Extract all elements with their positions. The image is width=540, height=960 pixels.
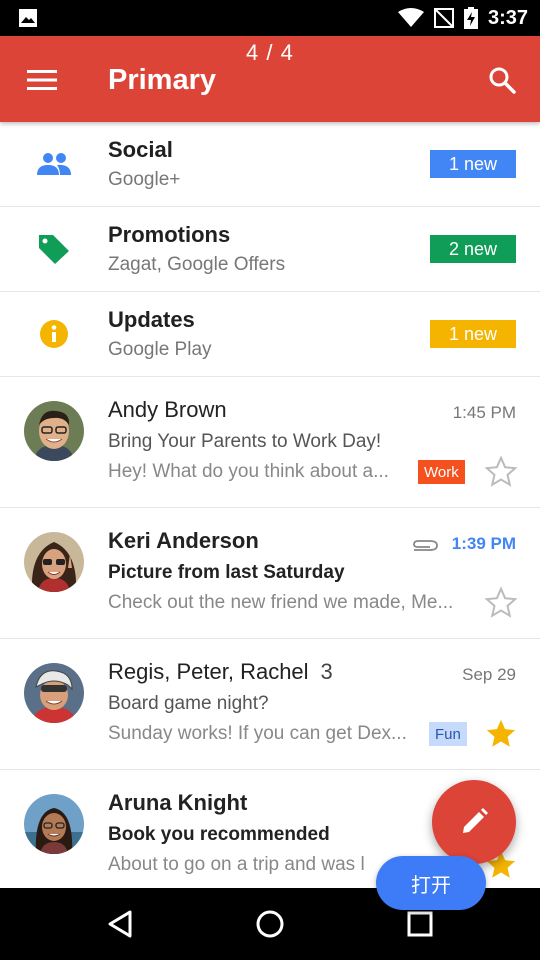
email-sender: Andy Brown <box>108 397 227 422</box>
pencil-icon <box>463 808 488 833</box>
avatar[interactable] <box>24 532 84 592</box>
avatar[interactable] <box>24 794 84 854</box>
info-icon <box>40 320 68 348</box>
page-title: Primary <box>108 64 217 96</box>
star-outline-icon[interactable] <box>484 586 518 620</box>
new-count-badge: 1 new <box>430 150 516 178</box>
email-subject: Board game night? <box>108 693 269 714</box>
new-count-badge: 2 new <box>430 235 516 263</box>
email-row[interactable]: Regis, Peter, Rachel 3 Sep 29 Board game … <box>0 639 540 770</box>
avatar[interactable] <box>24 401 84 461</box>
email-snippet: Hey! What do you think about a... <box>108 461 389 482</box>
image-notification-icon <box>19 9 37 27</box>
recents-square-icon <box>407 911 433 937</box>
wifi-icon <box>397 8 424 27</box>
star-outline-icon[interactable] <box>484 455 518 489</box>
email-subject: Picture from last Saturday <box>108 562 345 583</box>
app-bar: 4 / 4 Primary <box>0 36 540 122</box>
home-circle-icon <box>256 910 284 938</box>
category-updates[interactable]: Updates Google Play 1 new <box>0 292 540 377</box>
battery-charging-icon <box>463 7 478 29</box>
category-title: Promotions <box>108 222 231 247</box>
avatar-photo <box>24 401 84 461</box>
category-social[interactable]: Social Google+ 1 new <box>0 122 540 207</box>
email-time: 1:39 PM <box>451 534 516 553</box>
open-button[interactable]: 打开 <box>376 856 486 910</box>
email-sender: Aruna Knight <box>108 790 248 815</box>
email-subject: Bring Your Parents to Work Day! <box>108 431 382 452</box>
avatar-photo <box>24 794 84 854</box>
inbox-list: Social Google+ 1 new Promotions Zagat, G… <box>0 122 540 888</box>
new-count-badge: 1 new <box>430 320 516 348</box>
menu-button[interactable] <box>22 60 62 100</box>
avatar-photo <box>24 532 84 592</box>
avatar[interactable] <box>24 663 84 723</box>
star-filled-icon[interactable] <box>484 717 518 751</box>
email-row[interactable]: Andy Brown 1:45 PM Bring Your Parents to… <box>0 377 540 508</box>
page-counter: 4 / 4 <box>246 40 294 65</box>
home-button[interactable] <box>250 904 290 944</box>
thread-count: 3 <box>320 659 333 684</box>
email-sender: Regis, Peter, Rachel 3 <box>108 659 333 685</box>
compose-button[interactable] <box>432 780 516 864</box>
email-time: 1:45 PM <box>452 403 516 422</box>
email-snippet: About to go on a trip and was l <box>108 854 365 875</box>
menu-icon <box>27 70 57 90</box>
no-signal-icon <box>433 8 454 28</box>
search-icon <box>489 67 516 94</box>
email-time: Sep 29 <box>462 665 516 684</box>
back-triangle-icon <box>108 910 132 938</box>
category-subtitle: Zagat, Google Offers <box>108 254 286 275</box>
back-button[interactable] <box>100 904 140 944</box>
email-sender: Keri Anderson <box>108 528 259 553</box>
sender-names: Regis, Peter, Rachel <box>108 659 309 684</box>
category-title: Updates <box>108 307 195 332</box>
email-snippet: Check out the new friend we made, Me... <box>108 592 454 613</box>
people-icon <box>37 153 71 175</box>
search-button[interactable] <box>482 60 522 100</box>
email-row[interactable]: Keri Anderson 1:39 PM Picture from last … <box>0 508 540 639</box>
category-subtitle: Google Play <box>108 339 212 360</box>
status-clock: 3:37 <box>487 6 528 29</box>
avatar-photo <box>24 663 84 723</box>
category-title: Social <box>108 137 173 162</box>
category-promotions[interactable]: Promotions Zagat, Google Offers 2 new <box>0 207 540 292</box>
tag-icon <box>39 235 69 264</box>
status-bar: 3:37 <box>0 0 540 36</box>
recents-button[interactable] <box>400 904 440 944</box>
email-snippet: Sunday works! If you can get Dex... <box>108 723 407 744</box>
paperclip-icon <box>413 540 438 551</box>
label-tag: Work <box>418 460 465 484</box>
category-subtitle: Google+ <box>108 169 181 190</box>
email-subject: Book you recommended <box>108 824 330 845</box>
label-tag: Fun <box>429 722 467 746</box>
